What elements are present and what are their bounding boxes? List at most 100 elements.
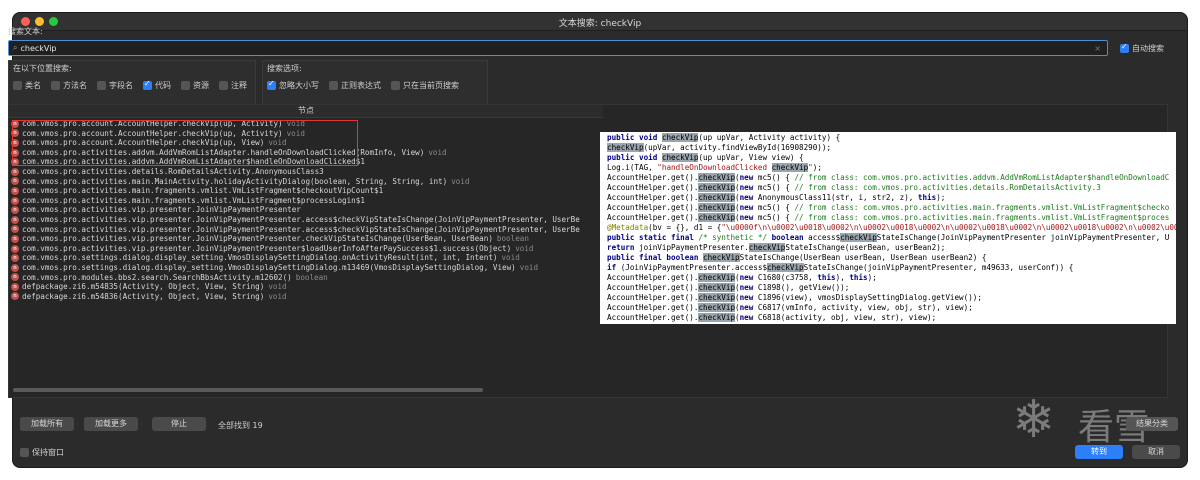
option-label: 资源: [193, 81, 209, 90]
code-line: public final boolean checkVipStateIsChan…: [607, 253, 1176, 263]
code-token: access$: [808, 233, 841, 242]
result-row[interactable]: m com.vmos.pro.activities.vip.presenter.J…: [9, 234, 603, 244]
code-token: C6817(vmInfo, activity, view, obj, str),…: [757, 303, 973, 312]
match-highlight: checkVip: [698, 313, 736, 322]
code-line: AccountHelper.get().checkVip(new mc5() {…: [607, 183, 1176, 193]
stop-button[interactable]: 停止: [152, 417, 206, 431]
result-row[interactable]: m com.vmos.pro.settings.dialog.display_se…: [9, 263, 603, 273]
result-return-type: void: [515, 243, 534, 253]
horizontal-scrollbar[interactable]: [13, 388, 483, 392]
code-preview-pane: public void checkVip(up upVar, Activity …: [600, 132, 1176, 324]
option-checkbox[interactable]: 类名: [13, 80, 41, 91]
option-checkbox[interactable]: 忽略大小写: [267, 79, 319, 91]
checkbox-indicator: [391, 81, 400, 90]
code-line: AccountHelper.get().checkVip(new C1680(c…: [607, 273, 1176, 283]
checkbox-indicator: [267, 79, 276, 90]
window-title: 文本搜索: checkVip: [558, 19, 642, 29]
load-more-button[interactable]: 加载更多: [84, 417, 138, 431]
code-token: // from class: com.vmos.pro.activities.m…: [794, 213, 1170, 222]
match-highlight: checkVip: [698, 183, 736, 192]
option-checkbox[interactable]: 字段名: [97, 80, 133, 91]
result-node-text: com.vmos.pro.activities.main.MainActivit…: [22, 176, 448, 186]
code-token: this: [849, 273, 868, 282]
search-options-group: 搜索选项: 忽略大小写 正则表达式 只在当前页搜索: [262, 60, 488, 106]
code-token: (JoinVipPaymentPresenter.access$: [620, 263, 768, 272]
option-checkbox[interactable]: 资源: [181, 80, 209, 91]
option-label: 注释: [231, 81, 247, 90]
auto-search-checkbox[interactable]: 自动搜索: [1120, 42, 1164, 54]
code-token: AccountHelper.get().: [607, 273, 699, 282]
option-checkbox[interactable]: 只在当前页搜索: [391, 80, 459, 91]
code-line: AccountHelper.get().checkVip(new mc5() {…: [607, 213, 1176, 223]
code-line: AccountHelper.get().checkVip(new mc5() {…: [607, 203, 1176, 213]
result-row[interactable]: m com.vmos.pro.activities.vip.presenter.J…: [9, 205, 603, 215]
result-group-button[interactable]: 结果分类: [1126, 417, 1178, 431]
code-token: return: [607, 243, 640, 252]
code-token: C6818(activity, obj, view, str), view);: [757, 313, 937, 322]
method-icon: m: [11, 177, 19, 186]
result-row[interactable]: m com.vmos.pro.activities.main.fragments.…: [9, 186, 603, 196]
code-token: public void: [607, 133, 662, 142]
code-token: (upVar, activity.findViewById(16908290))…: [643, 143, 832, 152]
clear-icon[interactable]: ×: [1094, 44, 1101, 53]
result-node-text: com.vmos.pro.modules.bbs2.search.SearchB…: [22, 272, 292, 282]
result-row[interactable]: m defpackage.zi6.m54836(Activity, Object,…: [9, 292, 603, 302]
option-label: 字段名: [109, 81, 133, 90]
result-row[interactable]: m com.vmos.pro.activities.main.fragments.…: [9, 196, 603, 206]
code-token: AccountHelper.get().: [607, 203, 699, 212]
method-icon: m: [11, 263, 19, 272]
search-text-label: 搜索文本:: [8, 27, 43, 36]
code-token: new: [739, 193, 758, 202]
goto-button[interactable]: 转到: [1075, 445, 1123, 459]
load-all-button[interactable]: 加载所有: [20, 417, 74, 431]
code-token: );: [936, 193, 946, 202]
code-line: public void checkVip(up upVar, Activity …: [607, 133, 1176, 143]
code-token: new: [739, 283, 758, 292]
keep-window-checkbox[interactable]: 保持窗口: [20, 447, 64, 458]
code-token: (bv = {}, d1 = {: [648, 223, 722, 232]
option-checkbox[interactable]: 正则表达式: [329, 80, 381, 91]
code-token: );: [812, 163, 822, 172]
match-highlight: checkVip: [703, 253, 740, 262]
code-token: new: [739, 273, 758, 282]
result-return-type: void: [501, 253, 520, 263]
match-highlight: checkVip: [698, 273, 736, 282]
option-label: 正则表达式: [341, 81, 381, 90]
result-row[interactable]: m com.vmos.pro.activities.vip.presenter.J…: [9, 215, 603, 225]
code-token: AccountHelper.get().: [607, 213, 699, 222]
code-line: AccountHelper.get().checkVip(new C6818(a…: [607, 313, 1176, 323]
code-token: "\u0000f\n\u0002\u0018\u0002\n\u0002\u00…: [721, 223, 1176, 232]
cancel-button[interactable]: 取消: [1132, 445, 1180, 459]
checkbox-indicator: [329, 81, 338, 90]
code-token: StateIsChange(UserBean userBean, UserBea…: [739, 253, 987, 262]
checkbox-indicator: [143, 79, 152, 90]
keep-window-label: 保持窗口: [32, 448, 64, 457]
result-row[interactable]: m com.vmos.pro.settings.dialog.display_se…: [9, 253, 603, 263]
result-node-text: com.vmos.pro.activities.main.fragments.v…: [22, 186, 384, 196]
method-icon: m: [11, 282, 19, 291]
result-row[interactable]: m com.vmos.pro.activities.vip.presenter.J…: [9, 225, 603, 235]
search-location-group: 在以下位置搜索: 类名 方法名 字段名 代码 资源 注释: [8, 60, 256, 106]
method-icon: m: [11, 254, 19, 263]
code-line: public static final /* synthetic */ bool…: [607, 233, 1176, 243]
result-row[interactable]: m com.vmos.pro.activities.details.RomDeta…: [9, 167, 603, 177]
search-field[interactable]: ⌕ ×: [8, 40, 1108, 56]
result-row[interactable]: m com.vmos.pro.modules.bbs2.search.Search…: [9, 273, 603, 283]
result-node-text: defpackage.zi6.m54836(Activity, Object, …: [22, 291, 265, 301]
result-row[interactable]: m defpackage.zi6.m54835(Activity, Object,…: [9, 282, 603, 292]
result-row[interactable]: m com.vmos.pro.activities.vip.presenter.J…: [9, 244, 603, 254]
code-token: new: [739, 203, 758, 212]
result-node-text: com.vmos.pro.activities.details.RomDetai…: [22, 166, 324, 176]
code-token: (up upVar, View view) {: [698, 153, 804, 162]
method-icon: m: [11, 206, 19, 215]
result-row[interactable]: m com.vmos.pro.activities.main.MainActivi…: [9, 177, 603, 187]
search-location-title: 在以下位置搜索:: [13, 64, 72, 73]
result-node-text: com.vmos.pro.settings.dialog.display_set…: [22, 262, 516, 272]
search-input[interactable]: [20, 43, 1081, 53]
code-token: public final boolean: [607, 253, 704, 262]
code-token: StateIsChange(joinVipPaymentPresenter, m…: [803, 263, 1074, 272]
result-node-text: com.vmos.pro.activities.main.fragments.v…: [22, 195, 365, 205]
option-checkbox[interactable]: 方法名: [51, 80, 87, 91]
option-checkbox[interactable]: 注释: [219, 80, 247, 91]
option-checkbox[interactable]: 代码: [143, 79, 171, 91]
